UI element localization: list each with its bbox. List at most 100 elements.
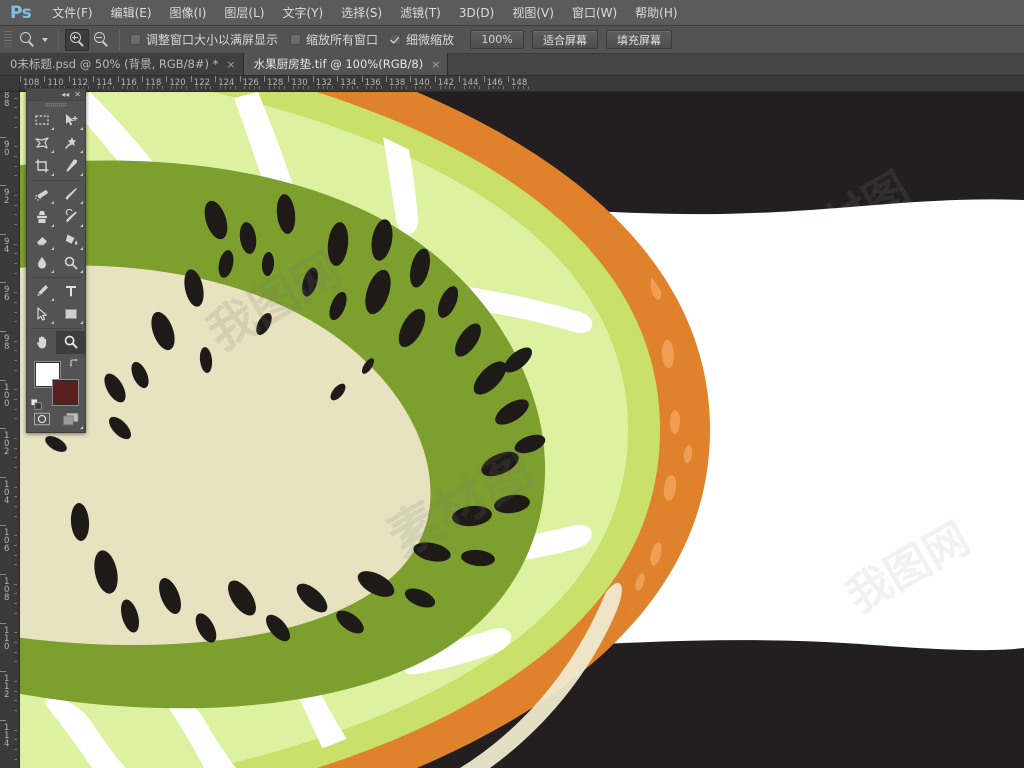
screen-mode-button[interactable] [56,408,85,431]
zoom-in-button[interactable] [65,28,89,51]
zoom-tool[interactable] [56,330,85,354]
ruler-tick-minor [14,126,17,128]
pen-tool[interactable] [27,280,56,303]
ruler-tick-minor [444,86,446,89]
collapse-icon[interactable]: ◂◂ [61,90,69,99]
ruler-tick [239,76,241,82]
ruler-tick-minor [14,292,17,294]
menu-select[interactable]: 选择(S) [332,0,391,25]
clone-stamp-tool[interactable] [27,206,56,229]
canvas-area[interactable]: 我图网 素材图 素材图 我图网 [20,92,1024,768]
ruler-tick [0,136,6,138]
ruler-tick-minor [14,467,17,469]
toolbox-divider [31,276,81,278]
default-colors-icon[interactable] [30,395,42,410]
menu-window[interactable]: 窗口(W) [563,0,626,25]
toolbox-grip[interactable] [27,101,85,108]
ruler-tick-minor [498,86,500,89]
document-tab-untitled[interactable]: 0未标题.psd @ 50% (背景, RGB/8#) * × [0,53,244,75]
menu-filter[interactable]: 滤镜(T) [391,0,450,25]
close-icon[interactable]: × [431,59,440,70]
ruler-corner[interactable] [0,76,20,92]
active-tool-preview[interactable] [16,32,52,47]
path-arrow-icon [36,307,47,321]
move-tool[interactable] [56,109,85,132]
spot-healing-brush-tool[interactable] [27,183,56,206]
document-tab-fruit-mat[interactable]: 水果厨房垫.tif @ 100%(RGB/8) × [243,53,449,75]
zoom-100-button[interactable]: 100% [470,30,525,49]
menu-image[interactable]: 图像(I) [161,0,216,25]
ruler-label: 1 1 2 [4,674,10,701]
ruler-tick [0,282,6,284]
ruler-tick-minor [122,86,124,89]
ruler-tick-minor [14,651,17,653]
rectangle-tool[interactable] [56,303,85,326]
ruler-tick-minor [322,86,324,89]
blur-tool[interactable] [27,252,56,275]
rectangular-marquee-tool[interactable] [27,109,56,132]
checkbox-box [390,34,402,45]
history-brush-tool[interactable] [56,206,85,229]
ruler-label: 9 6 [4,285,10,304]
swap-colors-icon[interactable] [69,358,80,369]
hand-tool[interactable] [27,331,56,354]
ruler-tick-minor [14,175,17,177]
eyedropper-tool[interactable] [56,155,85,178]
fit-screen-button[interactable]: 适合屏幕 [532,30,599,49]
ruler-tick-minor [137,86,139,89]
magic-wand-tool[interactable] [56,132,85,155]
ruler-tick-minor [200,86,202,89]
menu-help[interactable]: 帮助(H) [626,0,686,25]
toolbox-tools [27,109,85,354]
chevron-down-icon[interactable] [42,37,48,42]
photoshop-logo: Ps [10,2,32,23]
resize-windows-to-fit-checkbox[interactable]: 调整窗口大小以满屏显示 [126,31,286,48]
close-icon[interactable]: ✕ [74,90,81,99]
vertical-ruler[interactable]: 8 8 9 0 9 2 9 4 9 6 9 8 1 0 0 1 0 2 1 0 4 1 0 6 1 … [0,92,20,768]
options-bar-grip[interactable] [4,30,12,49]
menu-layer[interactable]: 图层(L) [215,0,273,25]
close-icon[interactable]: × [226,59,235,70]
ruler-tick-minor [14,253,17,255]
ruler-tick-minor [14,535,17,537]
path-selection-tool[interactable] [27,303,56,326]
ruler-tick [93,76,95,82]
horizontal-ruler[interactable]: 108 110 112 114 116 118 120 122 124 126 128 130 132 1… [20,76,1024,92]
ruler-tick-minor [327,86,329,89]
ruler-label: 9 8 [4,334,10,352]
ruler-tick [0,428,6,430]
gradient-tool[interactable] [56,229,85,252]
menu-view[interactable]: 视图(V) [503,0,563,25]
zoom-out-button[interactable] [89,29,113,51]
ruler-tick-minor [107,86,109,89]
brush-tool[interactable] [56,183,85,206]
menu-3d[interactable]: 3D(D) [450,2,503,24]
fill-screen-button[interactable]: 填充屏幕 [606,30,673,49]
ruler-tick [20,76,21,82]
dodge-tool[interactable] [56,252,85,275]
crop-tool[interactable] [27,155,56,178]
type-tool[interactable] [56,280,85,303]
ruler-tick [0,525,6,527]
ruler-tick-minor [303,86,305,89]
ruler-tick-minor [273,86,275,89]
menu-edit[interactable]: 编辑(E) [102,0,161,25]
zoom-all-windows-checkbox[interactable]: 缩放所有窗口 [286,31,386,48]
stamp-icon [36,211,47,224]
ruler-tick-minor [371,86,373,89]
lasso-tool[interactable] [27,132,56,155]
lasso-icon [34,137,49,149]
eraser-tool[interactable] [27,229,56,252]
menu-type[interactable]: 文字(Y) [273,0,332,25]
checkbox-label: 调整窗口大小以满屏显示 [146,33,279,47]
ruler-tick [386,76,387,82]
quick-mask-button[interactable] [27,408,56,431]
background-color-swatch[interactable] [53,379,78,405]
ruler-tick-minor [254,86,256,89]
toolbox-header[interactable]: ◂◂ ✕ [27,89,85,102]
ruler-tick-minor [14,583,17,585]
ruler-tick-minor [14,107,17,109]
scrubby-zoom-checkbox[interactable]: 细微缩放 [386,31,462,48]
menu-file[interactable]: 文件(F) [43,0,101,25]
ruler-tick-minor [478,86,480,89]
